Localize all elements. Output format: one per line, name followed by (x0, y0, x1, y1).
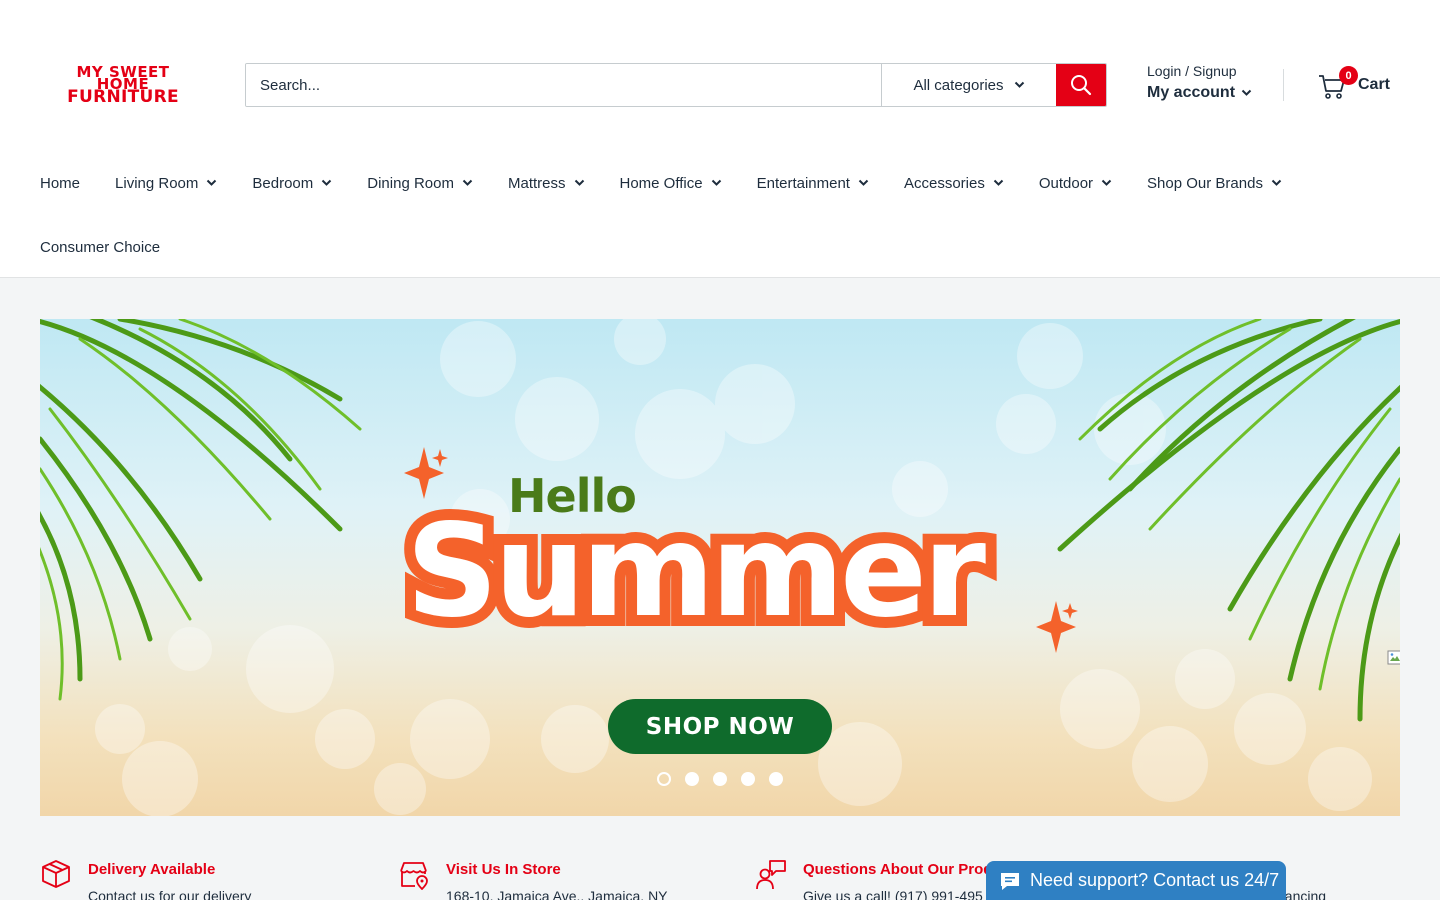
feature-desc: 168-10, Jamaica Ave., Jamaica, NY (446, 888, 668, 900)
hero-banner[interactable]: Hello Summer SHOP NOW (40, 319, 1400, 816)
support-chat-label: Need support? Contact us 24/7 (1030, 870, 1280, 890)
feature-delivery: Delivery Available Contact us for our de… (40, 858, 251, 900)
header-divider (1283, 69, 1284, 101)
slider-dot-4[interactable] (741, 772, 755, 786)
nav-item-label: Shop Our Brands (1147, 174, 1263, 192)
broken-image-icon (1387, 650, 1400, 665)
feature-desc: Contact us for our delivery (88, 888, 252, 900)
search-input[interactable] (246, 64, 881, 106)
my-account-dropdown[interactable]: My account (1147, 84, 1252, 102)
nav-item-entertainment[interactable]: Entertainment (757, 175, 869, 192)
store-location-icon (400, 862, 428, 890)
nav-item-mattress[interactable]: Mattress (508, 175, 585, 192)
chevron-down-icon (207, 179, 217, 186)
search-icon (1071, 75, 1092, 96)
customer-questions-icon (756, 860, 786, 890)
nav-item-bedroom[interactable]: Bedroom (252, 175, 332, 192)
login-signup-link[interactable]: Login / Signup (1147, 63, 1252, 79)
nav-item-label: Home (40, 174, 81, 192)
search-bar: All categories (245, 63, 1107, 107)
feature-visit-store: Visit Us In Store 168-10, Jamaica Ave., … (398, 858, 668, 900)
nav-item-label: Outdoor (1038, 174, 1094, 192)
nav-item-dining-room[interactable]: Dining Room (367, 175, 473, 192)
cart-count-badge: 0 (1339, 66, 1358, 85)
main-navigation: Home Living Room Bedroom Dining Room Mattres… (40, 170, 1400, 260)
chevron-down-icon (574, 179, 584, 186)
feature-desc: Give us a call! (917) 991-495 (803, 888, 983, 900)
nav-item-label: Living Room (115, 174, 199, 192)
delivery-box-icon (42, 860, 70, 888)
slider-dot-5[interactable] (769, 772, 783, 786)
feature-title: Delivery Available (88, 861, 216, 878)
nav-item-label: Dining Room (367, 174, 454, 192)
nav-item-label: Mattress (507, 174, 566, 192)
chevron-down-icon (858, 179, 869, 186)
feature-questions: Questions About Our Prod Give us a call!… (755, 858, 992, 900)
nav-item-label: Entertainment (756, 174, 850, 192)
chevron-down-icon (322, 179, 332, 186)
account-menu[interactable]: Login / Signup My account (1147, 63, 1252, 102)
hero-summer-text: Summer (395, 486, 997, 657)
cart-label: Cart (1358, 76, 1391, 93)
nav-item-shop-our-brands[interactable]: Shop Our Brands (1147, 175, 1282, 192)
nav-item-label: Bedroom (252, 174, 314, 192)
chevron-down-icon (1271, 179, 1282, 186)
cart-button[interactable]: 0 Cart (1318, 66, 1391, 100)
category-select-label: All categories (913, 76, 1004, 94)
feature-title: Questions About Our Prod (803, 861, 993, 878)
nav-item-home[interactable]: Home (40, 175, 80, 192)
slider-dot-2[interactable] (685, 772, 699, 786)
nav-item-consumer-choice[interactable]: Consumer Choice (40, 239, 160, 256)
nav-item-accessories[interactable]: Accessories (904, 175, 1004, 192)
nav-item-label: Accessories (903, 174, 985, 192)
chevron-down-icon (1014, 81, 1024, 88)
chevron-down-icon (1241, 89, 1252, 96)
slider-dot-3[interactable] (713, 772, 727, 786)
chevron-down-icon (711, 179, 721, 186)
logo-line-3: FURNITURE (67, 87, 179, 107)
feature-title: Visit Us In Store (446, 861, 561, 878)
nav-item-outdoor[interactable]: Outdoor (1039, 175, 1112, 192)
site-header: MY SWEET HOME FURNITURE All categories L… (0, 0, 1440, 278)
category-select[interactable]: All categories (881, 64, 1056, 106)
search-button[interactable] (1056, 64, 1106, 106)
my-account-label: My account (1147, 84, 1236, 101)
slider-dots (657, 772, 783, 786)
nav-item-label: Consumer Choice (40, 238, 161, 256)
nav-item-home-office[interactable]: Home Office (620, 175, 722, 192)
nav-item-label: Home Office (619, 174, 703, 192)
slider-dot-1[interactable] (657, 772, 671, 786)
store-logo[interactable]: MY SWEET HOME FURNITURE (44, 65, 202, 107)
shop-now-button[interactable]: SHOP NOW (608, 699, 832, 754)
support-chat-button[interactable]: Need support? Contact us 24/7 (986, 861, 1286, 900)
chat-bubble-icon (1001, 872, 1019, 890)
nav-item-living-room[interactable]: Living Room (115, 175, 217, 192)
chevron-down-icon (1101, 179, 1112, 186)
chevron-down-icon (462, 179, 473, 186)
chevron-down-icon (993, 179, 1004, 186)
